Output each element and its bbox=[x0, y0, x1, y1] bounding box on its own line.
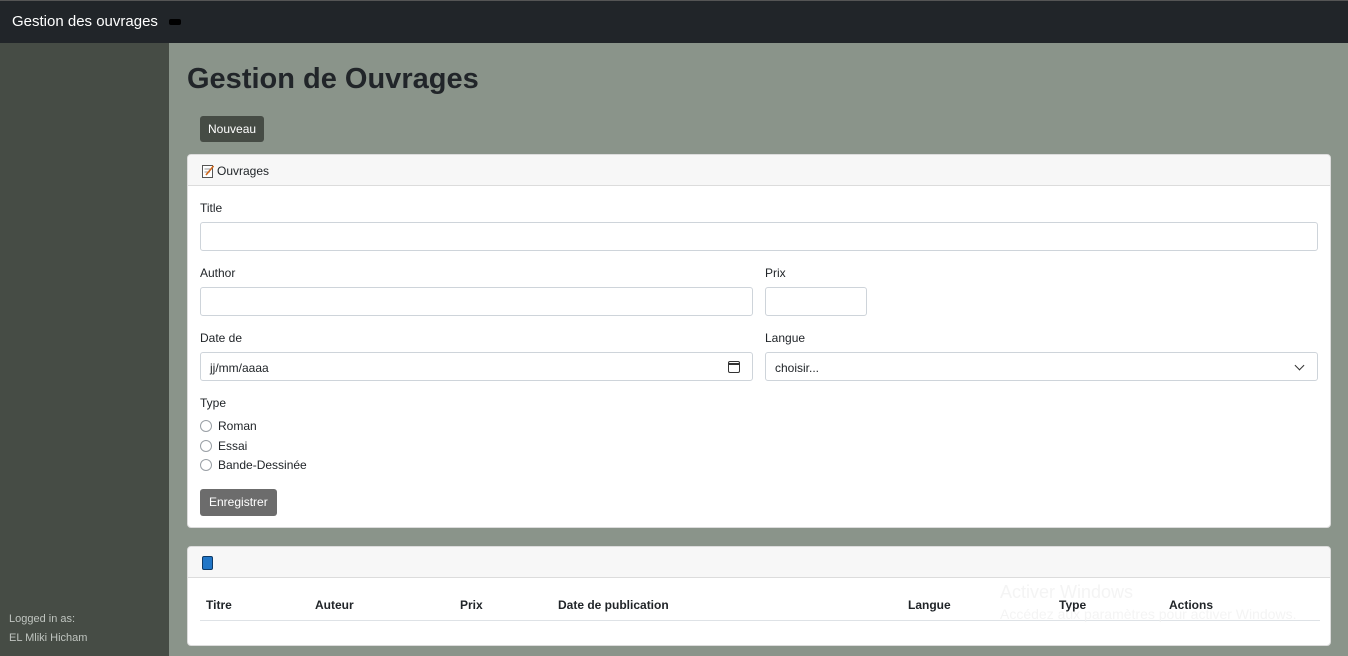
logged-in-info: Logged in as: EL Mliki Hicham bbox=[9, 610, 87, 648]
type-option-label: Essai bbox=[218, 439, 248, 453]
author-label: Author bbox=[200, 266, 236, 280]
main-content: Gestion de Ouvrages Nouveau Ouvrages Tit… bbox=[169, 43, 1348, 656]
type-label: Type bbox=[200, 396, 227, 410]
langue-label: Langue bbox=[765, 331, 806, 345]
save-button[interactable]: Enregistrer bbox=[200, 489, 277, 516]
ouvrage-form-card: Ouvrages Title Author Prix Date de jj/mm… bbox=[187, 154, 1331, 528]
chevron-down-icon bbox=[1294, 360, 1305, 371]
radio-button[interactable] bbox=[200, 440, 212, 452]
form-card-header: Ouvrages bbox=[188, 155, 1330, 186]
date-label: Date de bbox=[200, 331, 243, 345]
ouvrages-table-card: Titre Auteur Prix Date de publication La… bbox=[187, 546, 1331, 646]
memo-icon bbox=[202, 165, 214, 178]
type-option-label: Roman bbox=[218, 419, 257, 433]
radio-button[interactable] bbox=[200, 420, 212, 432]
sidebar: Logged in as: EL Mliki Hicham bbox=[0, 43, 169, 656]
prix-input[interactable] bbox=[765, 287, 867, 316]
calendar-icon[interactable] bbox=[728, 361, 740, 373]
page-title: Gestion de Ouvrages bbox=[187, 63, 479, 95]
title-label: Title bbox=[200, 201, 223, 215]
column-header-date-publication[interactable]: Date de publication bbox=[558, 598, 669, 612]
langue-selected-value: choisir... bbox=[775, 361, 820, 375]
radio-button[interactable] bbox=[200, 459, 212, 471]
column-header-type[interactable]: Type bbox=[1059, 598, 1086, 612]
navbar-brand[interactable]: Gestion des ouvrages bbox=[12, 13, 158, 30]
book-icon bbox=[202, 556, 213, 570]
type-option-label: Bande-Dessinée bbox=[218, 458, 307, 472]
title-input[interactable] bbox=[200, 222, 1318, 251]
sidebar-toggle-button[interactable] bbox=[169, 19, 181, 25]
new-button[interactable]: Nouveau bbox=[200, 116, 265, 142]
column-header-auteur[interactable]: Auteur bbox=[315, 598, 354, 612]
author-input[interactable] bbox=[200, 287, 753, 316]
form-card-title: Ouvrages bbox=[217, 164, 270, 178]
column-header-langue[interactable]: Langue bbox=[908, 598, 951, 612]
table-card-header bbox=[188, 547, 1330, 578]
column-header-actions[interactable]: Actions bbox=[1169, 598, 1213, 612]
prix-label: Prix bbox=[765, 266, 786, 280]
logged-in-label: Logged in as: bbox=[9, 613, 76, 625]
column-header-titre[interactable]: Titre bbox=[206, 598, 232, 612]
user-name: EL Mliki Hicham bbox=[9, 632, 88, 644]
date-placeholder: jj/mm/aaaa bbox=[210, 361, 269, 375]
table-header-divider bbox=[200, 620, 1320, 621]
date-input[interactable]: jj/mm/aaaa bbox=[200, 352, 753, 381]
column-header-prix[interactable]: Prix bbox=[460, 598, 483, 612]
top-navbar: Gestion des ouvrages bbox=[0, 0, 1348, 43]
langue-select[interactable]: choisir... bbox=[765, 352, 1318, 381]
